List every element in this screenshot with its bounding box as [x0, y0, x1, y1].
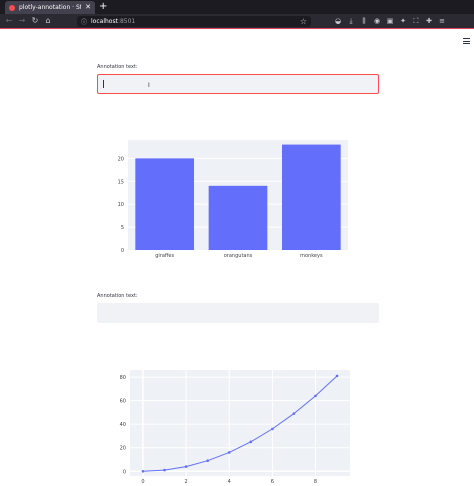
data-point [141, 469, 145, 473]
browser-toolbar: ◒ ⤓ ⫼ ◉ ▣ ✦ ⛶ ✚ ≡ [334, 15, 446, 28]
annotation-text-field-1[interactable] [98, 79, 378, 98]
url-host: localhost [91, 18, 118, 25]
bar [135, 158, 194, 250]
extension-icon[interactable]: ✦ [399, 15, 407, 28]
reload-icon[interactable]: ↻ [30, 15, 40, 27]
x-tick-label: 4 [228, 479, 231, 485]
bookmark-star-icon[interactable]: ☆ [300, 16, 307, 27]
annotation-label-1: Annotation text: [97, 64, 138, 70]
url-text: localhost:8501 [91, 18, 135, 25]
back-arrow-icon[interactable]: ← [4, 15, 14, 27]
new-tab-button[interactable]: + [99, 1, 107, 13]
y-tick-label: 0 [123, 469, 126, 475]
data-point [335, 374, 339, 378]
forward-arrow-icon[interactable]: → [17, 15, 27, 27]
url-port: :8501 [117, 18, 136, 25]
library-icon[interactable]: ⫼ [360, 15, 368, 28]
y-tick-label: 0 [121, 248, 124, 254]
annotation-input-2[interactable] [97, 303, 379, 327]
x-tick-label: monkeys [300, 253, 323, 259]
data-point [184, 465, 188, 468]
download-icon[interactable]: ⤓ [347, 15, 355, 28]
y-tick-label: 20 [118, 156, 124, 162]
browser-nav-bar: ← → ↻ ⌂ ⓘ localhost:8501 ☆ ◒ ⤓ ⫼ ◉ ▣ ✦ ⛶… [0, 14, 474, 29]
x-tick-label: 8 [314, 479, 317, 485]
y-tick-label: 20 [120, 446, 126, 452]
page-info-icon[interactable]: ⓘ [81, 17, 87, 26]
y-tick-label: 10 [118, 202, 124, 208]
browser-tab-bar: plotly-annotation · Stre ✕ + [0, 0, 474, 14]
annotation-label-2: Annotation text: [97, 293, 138, 299]
container-icon[interactable]: ▣ [386, 15, 394, 28]
annotation-input-1[interactable]: I [97, 74, 379, 98]
y-tick-label: 40 [120, 422, 126, 428]
y-tick-label: 15 [118, 179, 124, 185]
tab-title: plotly-annotation · Stre [19, 4, 82, 11]
data-point [227, 451, 231, 454]
ibeam-cursor-icon: I [148, 82, 150, 89]
x-tick-label: orangutans [224, 253, 253, 259]
x-tick-label: 0 [141, 479, 144, 485]
extensions-puzzle-icon[interactable]: ✚ [425, 15, 433, 28]
bar-chart: 0 5 10 15 20 giraffes orangutans monkeys [118, 140, 348, 259]
pocket-icon[interactable]: ◒ [334, 15, 342, 28]
y-tick-label: 60 [120, 399, 126, 405]
text-caret [103, 80, 104, 88]
line-chart: 0 20 40 60 80 0 2 4 6 8 [120, 370, 350, 485]
home-icon[interactable]: ⌂ [43, 15, 53, 27]
data-point [163, 468, 166, 472]
data-point [314, 394, 317, 398]
data-point [206, 459, 209, 462]
screenshot-icon[interactable]: ⛶ [412, 15, 420, 28]
account-icon[interactable]: ◉ [373, 15, 381, 28]
y-tick-label: 5 [121, 225, 124, 231]
url-bar[interactable]: ⓘ localhost:8501 ☆ [77, 16, 311, 27]
bar [208, 185, 268, 250]
annotation-text-field-2[interactable] [97, 306, 379, 327]
x-tick-label: 2 [184, 479, 187, 485]
browser-tab[interactable]: plotly-annotation · Stre ✕ [5, 1, 95, 14]
data-point [249, 440, 253, 444]
tab-close-icon[interactable]: ✕ [85, 4, 91, 11]
x-tick-label: giraffes [155, 253, 174, 259]
x-tick-label: 6 [271, 479, 274, 485]
bar [282, 144, 341, 250]
app-menu-icon[interactable]: ≡ [438, 15, 446, 28]
data-point [292, 412, 296, 415]
streamlit-menu-icon[interactable] [463, 38, 470, 44]
plot-background [130, 370, 350, 476]
y-tick-label: 80 [120, 375, 126, 381]
data-point [271, 427, 274, 431]
streamlit-favicon-icon [9, 4, 15, 11]
